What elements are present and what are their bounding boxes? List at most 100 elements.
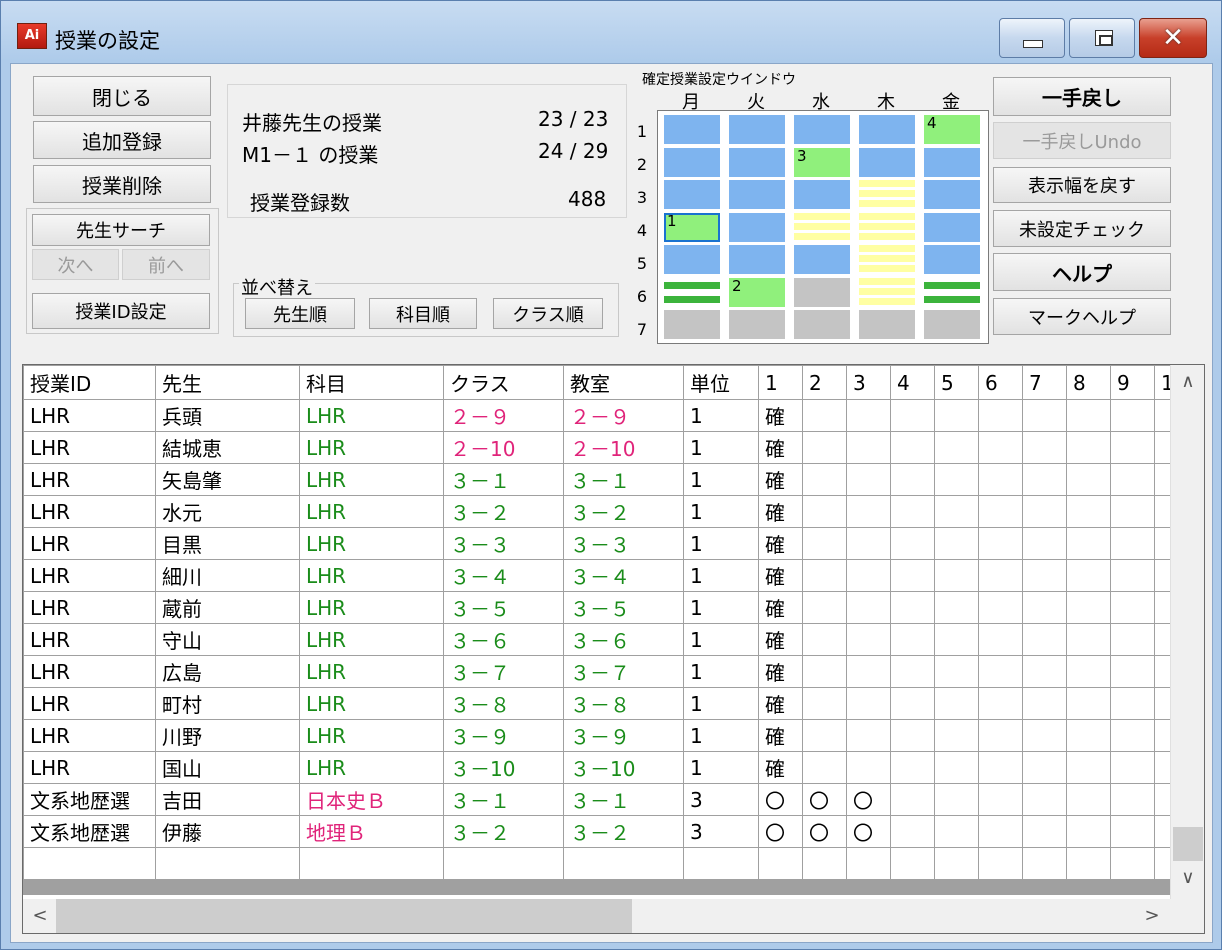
cell-id[interactable]: LHR [23, 719, 156, 752]
slot-cell[interactable]: 4 [924, 115, 980, 144]
cell-period-mark[interactable] [978, 719, 1023, 752]
add-register-button[interactable]: 追加登録 [33, 121, 211, 159]
maximize-button[interactable] [1069, 18, 1135, 58]
cell-period-mark[interactable]: 〇 [802, 783, 847, 816]
cell-period-mark[interactable] [978, 687, 1023, 720]
cell-subject[interactable]: LHR [299, 591, 444, 624]
cell-period-mark[interactable] [846, 591, 891, 624]
cell-period-mark[interactable] [802, 463, 847, 496]
cell-class[interactable]: ３－２ [443, 815, 564, 848]
delete-class-button[interactable]: 授業削除 [33, 165, 211, 203]
scroll-left-icon[interactable]: < [23, 905, 57, 926]
teacher-search-button[interactable]: 先生サーチ [32, 214, 210, 246]
cell-id[interactable]: LHR [23, 463, 156, 496]
slot-cell[interactable] [859, 180, 915, 209]
cell-period-mark[interactable] [1110, 527, 1155, 560]
cell-teacher[interactable]: 結城恵 [155, 431, 300, 464]
cell-room[interactable]: ３－６ [563, 623, 684, 656]
column-header[interactable]: 先生 [155, 365, 300, 400]
cell-period-mark[interactable] [802, 431, 847, 464]
slot-cell[interactable] [794, 115, 850, 144]
cell-period-mark[interactable] [1022, 527, 1067, 560]
cell-class[interactable]: ３－２ [443, 495, 564, 528]
cell-period-mark[interactable] [890, 495, 935, 528]
table-row[interactable]: LHR 目黒 LHR ３－３ ３－３ 1 確 [23, 527, 1192, 560]
cell-room[interactable]: ３－７ [563, 655, 684, 688]
cell-period-mark[interactable] [802, 719, 847, 752]
slot-cell[interactable] [729, 245, 785, 274]
cell-teacher[interactable]: 兵頭 [155, 399, 300, 432]
slot-cell[interactable] [794, 245, 850, 274]
cell-period-mark[interactable]: 〇 [758, 783, 803, 816]
table-row[interactable]: LHR 兵頭 LHR ２－９ ２－９ 1 確 [23, 399, 1192, 432]
cell-teacher[interactable]: 吉田 [155, 783, 300, 816]
empty-cell[interactable] [1066, 847, 1111, 880]
cell-period-mark[interactable] [890, 463, 935, 496]
cell-unit[interactable]: 1 [683, 751, 759, 784]
empty-cell[interactable] [563, 847, 684, 880]
cell-period-mark[interactable]: 確 [758, 559, 803, 592]
slot-cell[interactable] [794, 180, 850, 209]
empty-cell[interactable] [978, 847, 1023, 880]
cell-period-mark[interactable] [846, 559, 891, 592]
mark-help-button[interactable]: マークヘルプ [993, 298, 1171, 335]
cell-period-mark[interactable] [1022, 655, 1067, 688]
slot-cell[interactable] [664, 310, 720, 339]
slot-cell[interactable] [664, 115, 720, 144]
table-row[interactable]: LHR 町村 LHR ３－８ ３－８ 1 確 [23, 687, 1192, 720]
title-bar[interactable]: Ai 授業の設定 ✕ [1, 1, 1221, 63]
table-row[interactable]: 文系地歴選 吉田 日本史Ｂ ３－１ ３－１ 3 〇〇〇 [23, 783, 1192, 816]
column-header[interactable]: 科目 [299, 365, 444, 400]
cell-id[interactable]: LHR [23, 559, 156, 592]
scroll-up-icon[interactable]: ∧ [1171, 371, 1204, 392]
cell-period-mark[interactable] [890, 815, 935, 848]
cell-class[interactable]: ３－８ [443, 687, 564, 720]
cell-subject[interactable]: LHR [299, 751, 444, 784]
cell-period-mark[interactable] [978, 399, 1023, 432]
cell-period-mark[interactable] [978, 815, 1023, 848]
column-header[interactable]: 授業ID [23, 365, 156, 400]
cell-teacher[interactable]: 矢島肇 [155, 463, 300, 496]
cell-teacher[interactable]: 川野 [155, 719, 300, 752]
cell-class[interactable]: ３－６ [443, 623, 564, 656]
cell-subject[interactable]: 日本史Ｂ [299, 783, 444, 816]
cell-period-mark[interactable]: 確 [758, 399, 803, 432]
cell-period-mark[interactable] [934, 527, 979, 560]
cell-period-mark[interactable] [846, 623, 891, 656]
cell-period-mark[interactable] [1066, 559, 1111, 592]
column-header[interactable]: 7 [1022, 365, 1067, 400]
empty-cell[interactable] [1022, 847, 1067, 880]
cell-period-mark[interactable] [802, 399, 847, 432]
empty-cell[interactable] [890, 847, 935, 880]
cell-period-mark[interactable] [1066, 399, 1111, 432]
cell-period-mark[interactable] [1066, 655, 1111, 688]
table-row[interactable]: 文系地歴選 伊藤 地理Ｂ ３－２ ３－２ 3 〇〇〇 [23, 815, 1192, 848]
cell-room[interactable]: ３－３ [563, 527, 684, 560]
cell-period-mark[interactable]: 確 [758, 687, 803, 720]
cell-period-mark[interactable] [1110, 655, 1155, 688]
slot-cell[interactable] [924, 277, 980, 307]
cell-unit[interactable]: 3 [683, 815, 759, 848]
cell-unit[interactable]: 1 [683, 719, 759, 752]
cell-class[interactable]: ３－３ [443, 527, 564, 560]
cell-period-mark[interactable] [1022, 399, 1067, 432]
cell-period-mark[interactable] [1066, 815, 1111, 848]
cell-period-mark[interactable] [846, 399, 891, 432]
cell-subject[interactable]: LHR [299, 719, 444, 752]
next-button[interactable]: 次へ [32, 249, 119, 280]
horizontal-scrollbar[interactable]: < > [23, 899, 1204, 933]
redo-button[interactable]: 一手戻しUndo [993, 122, 1171, 159]
cell-subject[interactable]: LHR [299, 687, 444, 720]
cell-period-mark[interactable] [846, 687, 891, 720]
cell-period-mark[interactable] [1110, 399, 1155, 432]
cell-period-mark[interactable] [934, 399, 979, 432]
cell-period-mark[interactable] [846, 495, 891, 528]
cell-period-mark[interactable]: 確 [758, 527, 803, 560]
slot-cell[interactable] [859, 245, 915, 274]
cell-room[interactable]: ３－５ [563, 591, 684, 624]
cell-period-mark[interactable] [890, 687, 935, 720]
cell-period-mark[interactable] [890, 559, 935, 592]
cell-period-mark[interactable] [1110, 687, 1155, 720]
cell-id[interactable]: 文系地歴選 [23, 783, 156, 816]
cell-period-mark[interactable] [890, 623, 935, 656]
